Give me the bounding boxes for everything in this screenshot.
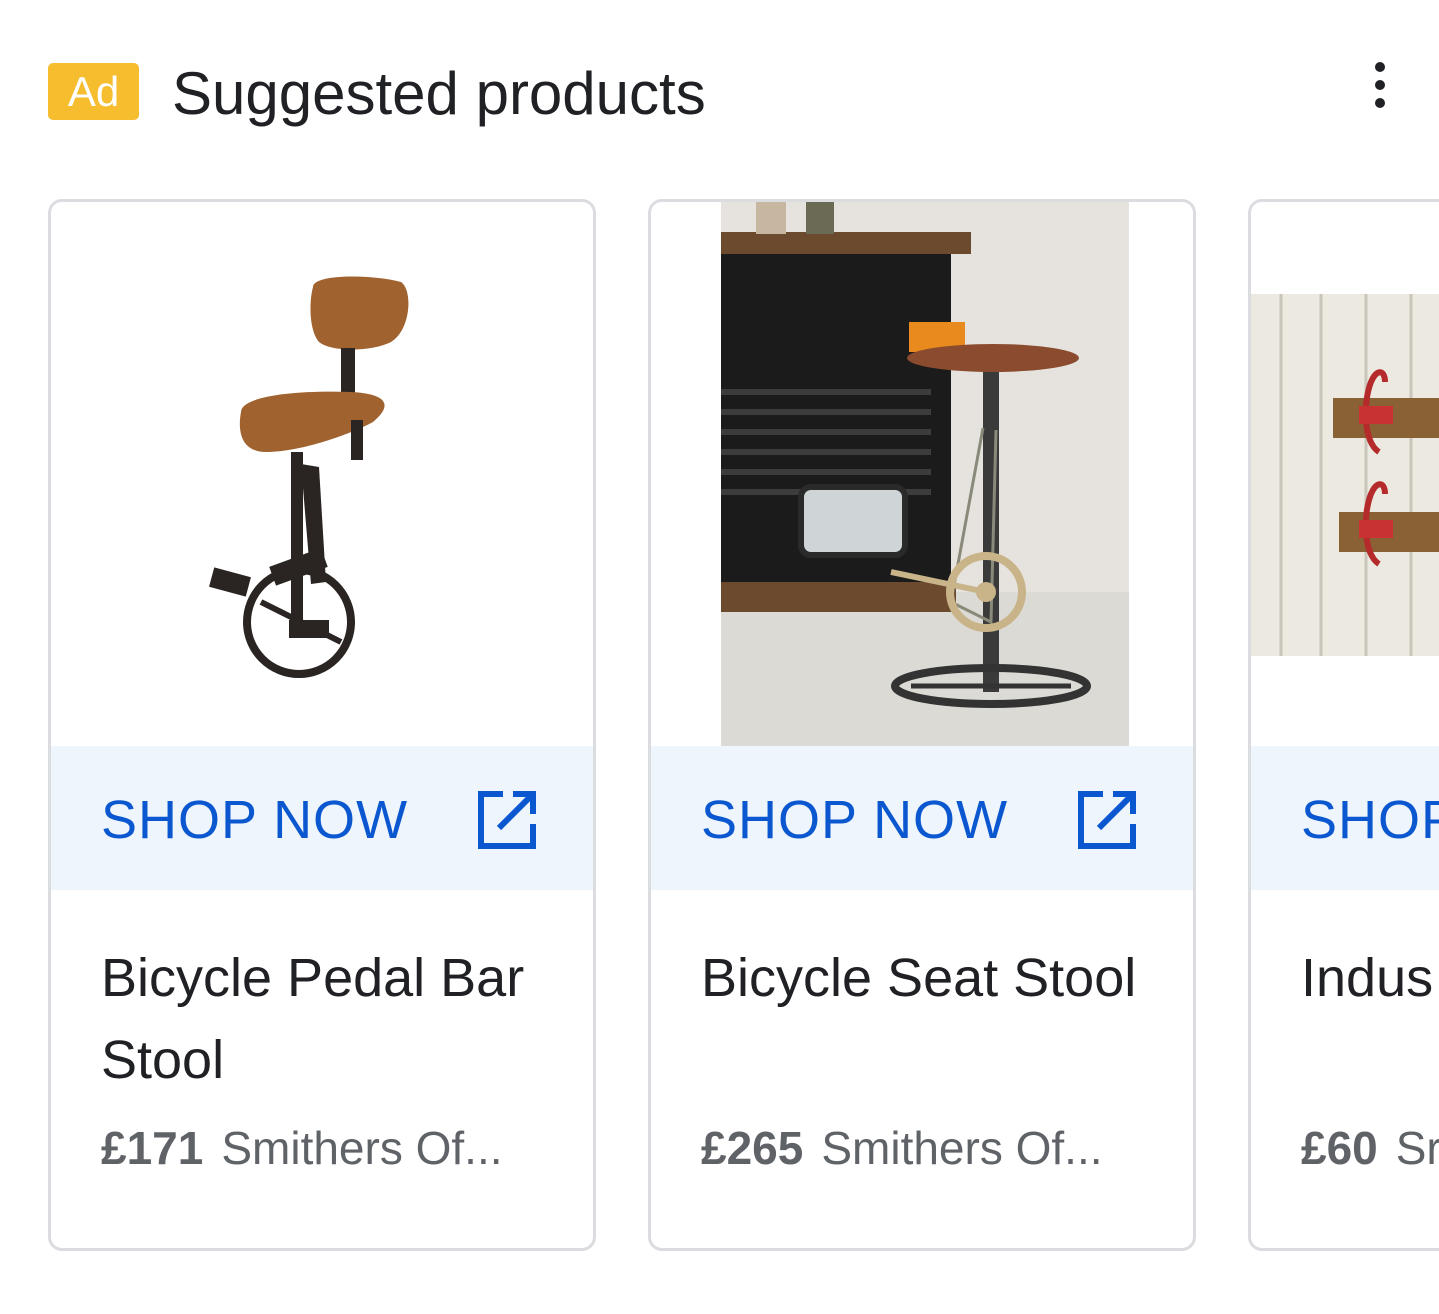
shop-now-button[interactable]: SHOP <box>1251 746 1439 890</box>
product-card[interactable]: SHOP NOW Bicycle Pedal Bar Stool £171 Smi… <box>48 199 596 1251</box>
shop-now-button[interactable]: SHOP NOW <box>51 746 593 890</box>
more-vert-icon[interactable] <box>1356 52 1404 120</box>
more-dot <box>1375 80 1385 90</box>
product-image[interactable] <box>51 202 593 746</box>
product-meta: £171 Smithers Of... <box>101 1120 503 1176</box>
open-in-new-icon <box>1078 791 1136 849</box>
ad-badge: Ad <box>48 63 139 120</box>
header: Ad Suggested products <box>0 0 1439 190</box>
merchant-name: Smithers Of... <box>221 1122 503 1174</box>
more-dot <box>1375 98 1385 108</box>
coat-peg-photo <box>1251 294 1439 656</box>
open-in-new-icon <box>478 791 536 849</box>
more-dot <box>1375 62 1385 72</box>
bar-seat-stool-photo <box>721 202 1129 746</box>
product-price: £265 <box>701 1122 804 1174</box>
shop-now-label: SHOP NOW <box>701 790 1009 850</box>
bar-stool-illustration <box>209 276 409 678</box>
product-card[interactable]: SHOP NOW Bicycle Seat Stool £265 Smithers… <box>648 199 1196 1251</box>
shop-now-button[interactable]: SHOP NOW <box>651 746 1193 890</box>
shop-now-label: SHOP NOW <box>101 790 409 850</box>
shop-now-label: SHOP <box>1301 790 1439 850</box>
section-title: Suggested products <box>172 60 706 127</box>
product-price: £171 <box>101 1122 204 1174</box>
product-price: £60 <box>1301 1122 1378 1174</box>
product-image[interactable] <box>1251 202 1439 746</box>
product-card[interactable]: SHOP Indus Peg £60 Sr <box>1248 199 1439 1251</box>
product-name: Indus Peg <box>1301 948 1439 1008</box>
merchant-name: Smithers Of... <box>821 1122 1103 1174</box>
product-meta: £60 Sr <box>1301 1120 1439 1176</box>
product-name: Bicycle Pedal Bar Stool <box>101 948 525 1090</box>
merchant-name: Sr <box>1395 1122 1439 1174</box>
suggested-products-module: Ad Suggested products SHOP NOW Bicycle P… <box>0 0 1439 1314</box>
product-meta: £265 Smithers Of... <box>701 1120 1103 1176</box>
product-name: Bicycle Seat Stool <box>701 948 1137 1008</box>
product-image[interactable] <box>651 202 1193 746</box>
